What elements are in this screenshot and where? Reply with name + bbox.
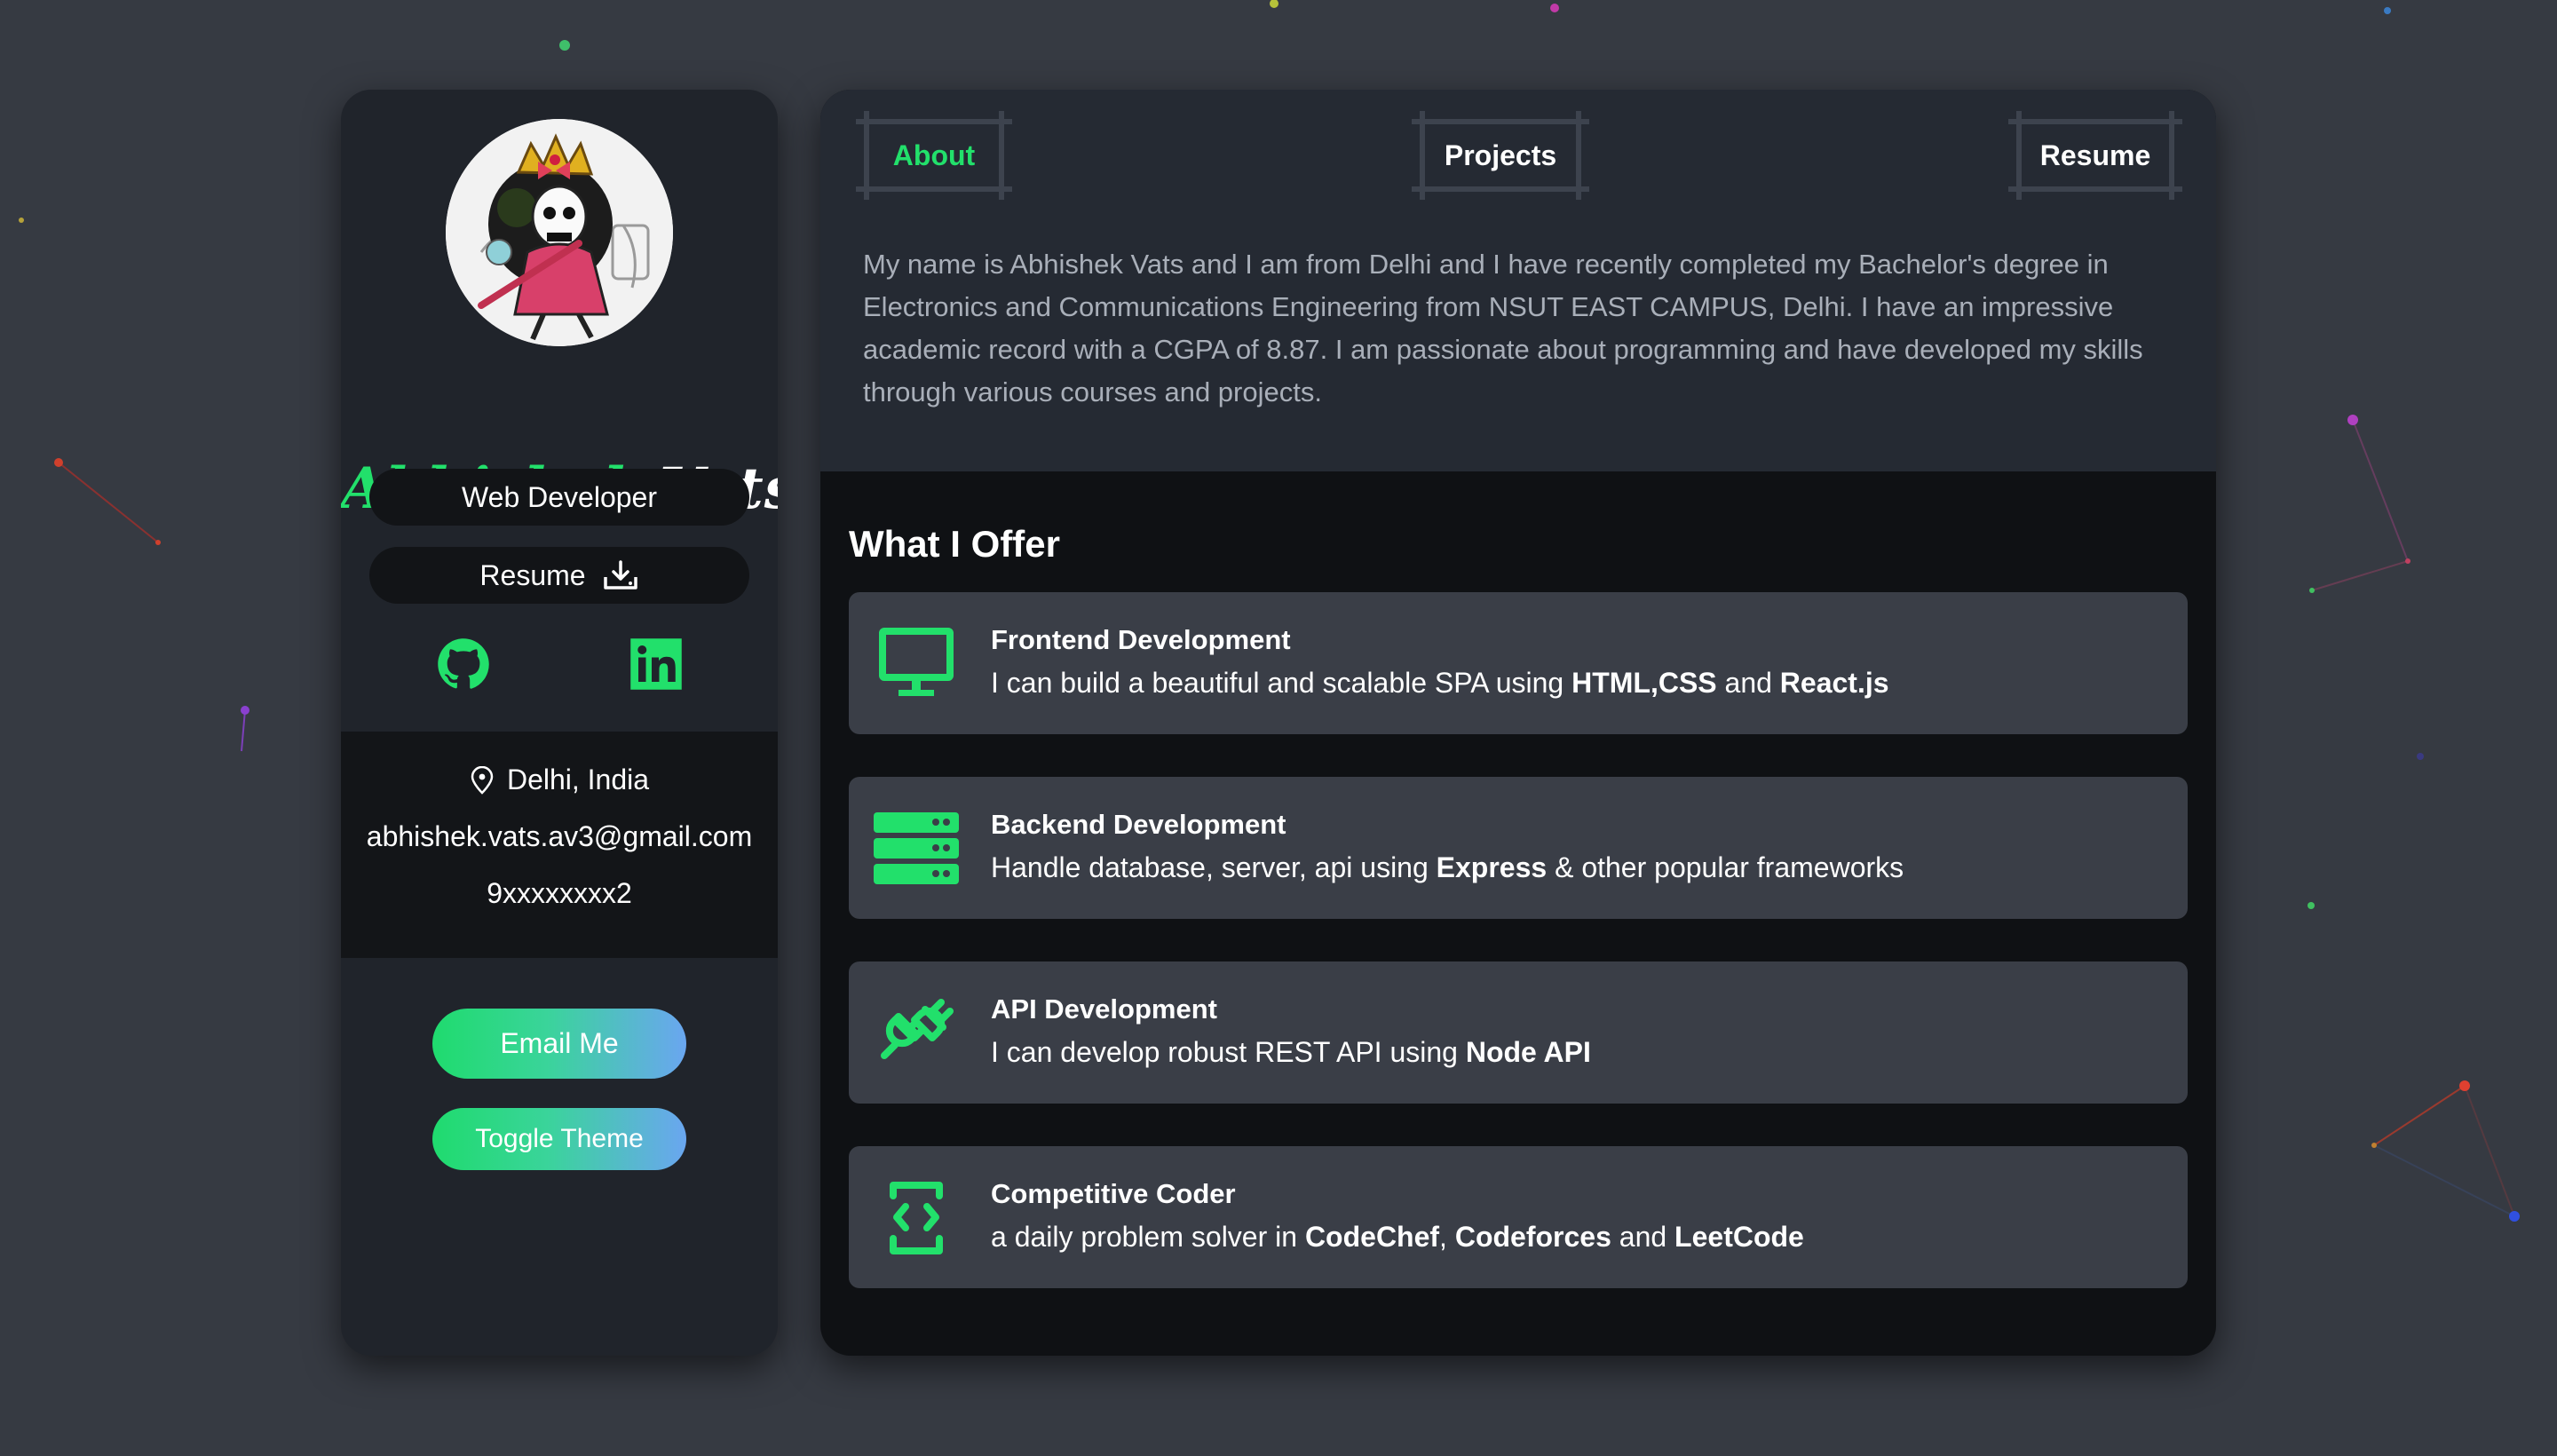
role-label: Web Developer bbox=[462, 480, 657, 513]
avatar bbox=[446, 119, 673, 346]
offer-title: Backend Development bbox=[991, 809, 1286, 840]
email-me-button[interactable]: Email Me bbox=[432, 1009, 686, 1079]
offer-description: I can build a beautiful and scalable SPA… bbox=[991, 667, 1889, 700]
highlight-text: React.js bbox=[1779, 667, 1889, 699]
about-paragraph: My name is Abhishek Vats and I am from D… bbox=[863, 249, 2143, 408]
offer-title: Frontend Development bbox=[991, 624, 1291, 655]
description-text: a daily problem solver in bbox=[991, 1221, 1305, 1253]
resume-download-button[interactable]: Resume bbox=[369, 547, 749, 604]
offer-heading: What I Offer bbox=[849, 523, 1060, 565]
about-section: About Projects Resume My name is Abhishe… bbox=[820, 90, 2216, 471]
tab-projects[interactable]: Projects bbox=[1412, 111, 1589, 200]
location-text: Delhi, India bbox=[506, 764, 650, 795]
offer-description: a daily problem solver in CodeChef, Code… bbox=[991, 1221, 1804, 1254]
tab-resume-label: Resume bbox=[2039, 138, 2151, 171]
description-text: & other popular frameworks bbox=[1547, 851, 1904, 883]
plug-icon bbox=[881, 999, 954, 1059]
description-text: and bbox=[1611, 1221, 1675, 1253]
highlight-text: LeetCode bbox=[1674, 1221, 1804, 1253]
description-text: Handle database, server, api using bbox=[991, 851, 1437, 883]
tab-about[interactable]: About bbox=[856, 111, 1012, 200]
role-badge: Web Developer bbox=[369, 469, 749, 526]
description-text: , bbox=[1439, 1221, 1455, 1253]
highlight-text: Node API bbox=[1465, 1036, 1591, 1068]
github-icon[interactable] bbox=[437, 637, 490, 691]
tab-about-label: About bbox=[892, 138, 976, 171]
description-text: and bbox=[1716, 667, 1780, 699]
monitor-icon bbox=[879, 628, 954, 696]
offer-card-frontend: Frontend Development I can build a beaut… bbox=[849, 592, 2188, 734]
description-text: I can build a beautiful and scalable SPA… bbox=[991, 667, 1572, 699]
offer-description: I can develop robust REST API using Node… bbox=[991, 1036, 1591, 1069]
offer-card-competitive: Competitive Coder a daily problem solver… bbox=[849, 1146, 2188, 1288]
email-text[interactable]: abhishek.vats.av3@gmail.com bbox=[341, 820, 778, 853]
highlight-text: Express bbox=[1436, 851, 1548, 883]
contact-info: Delhi, India abhishek.vats.av3@gmail.com… bbox=[341, 732, 778, 958]
highlight-text: Codeforces bbox=[1454, 1221, 1611, 1253]
server-icon bbox=[874, 812, 959, 884]
highlight-text: CodeChef bbox=[1304, 1221, 1440, 1253]
offer-card-api: API Development I can develop robust RES… bbox=[849, 961, 2188, 1104]
location-pin-icon bbox=[471, 765, 494, 795]
offer-title: API Development bbox=[991, 993, 1217, 1025]
download-icon bbox=[603, 560, 637, 590]
location-row: Delhi, India bbox=[341, 764, 778, 796]
tab-resume[interactable]: Resume bbox=[2008, 111, 2182, 200]
resume-label: Resume bbox=[479, 558, 586, 591]
description-text: I can develop robust REST API using bbox=[991, 1036, 1466, 1068]
offer-title: Competitive Coder bbox=[991, 1178, 1236, 1209]
offer-card-backend: Backend Development Handle database, ser… bbox=[849, 777, 2188, 919]
profile-card: AbhishekVats Web Developer Resume Delhi,… bbox=[341, 90, 778, 1356]
offer-description: Handle database, server, api using Expre… bbox=[991, 851, 1904, 884]
highlight-text: HTML,CSS bbox=[1571, 667, 1717, 699]
toggle-theme-button[interactable]: Toggle Theme bbox=[432, 1108, 686, 1170]
phone-text: 9xxxxxxxx2 bbox=[487, 877, 632, 909]
tab-projects-label: Projects bbox=[1444, 138, 1557, 171]
code-device-icon bbox=[890, 1182, 943, 1254]
main-panel: About Projects Resume My name is Abhishe… bbox=[820, 90, 2216, 1356]
linkedin-icon[interactable] bbox=[629, 637, 683, 691]
